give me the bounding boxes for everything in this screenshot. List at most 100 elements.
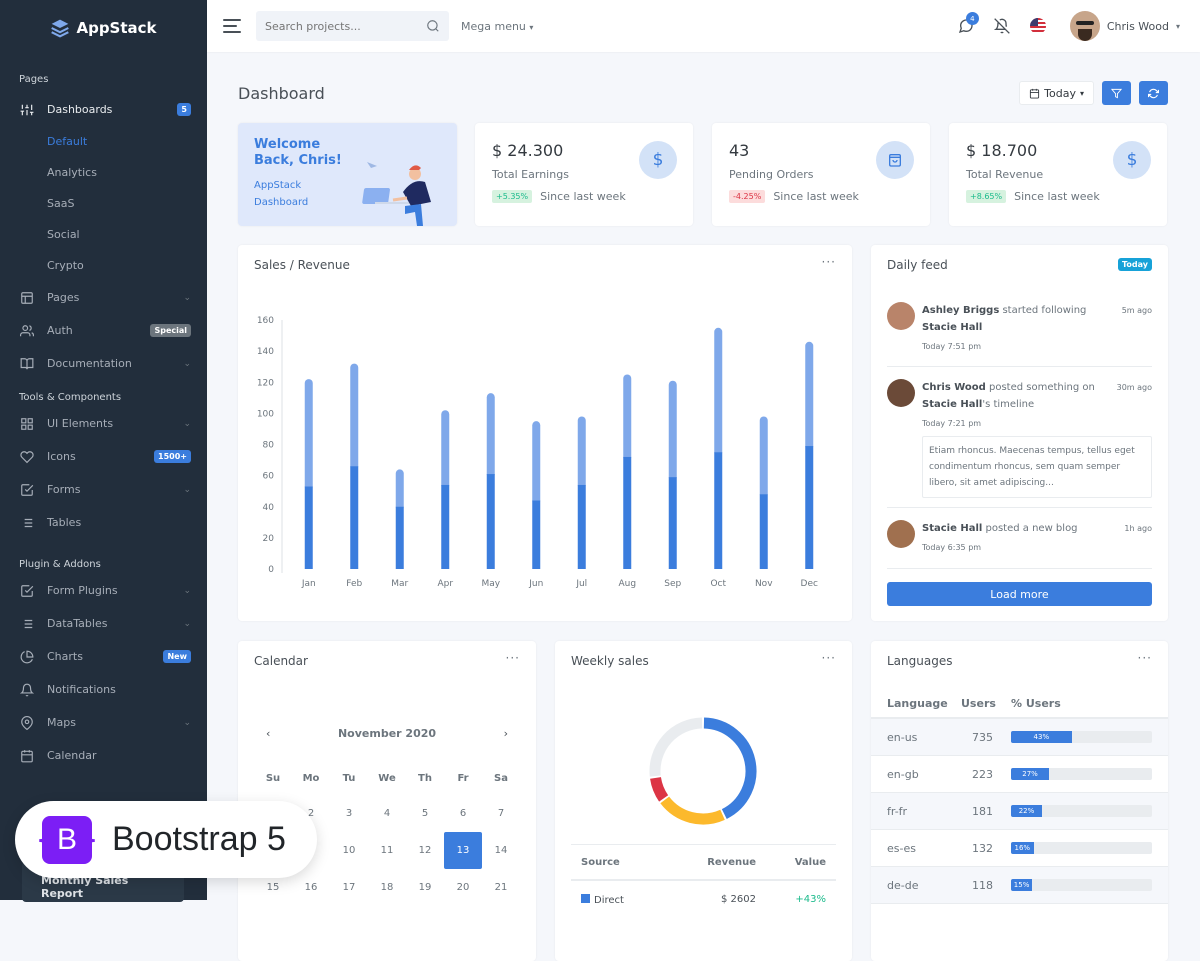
search-input[interactable] — [265, 19, 415, 33]
notifications-button[interactable] — [984, 8, 1020, 44]
sidebar-item-auth[interactable]: Auth Special — [0, 314, 207, 347]
bar-revenue[interactable] — [577, 416, 586, 489]
calendar-day[interactable]: 3 — [330, 795, 368, 832]
bar-sales[interactable] — [395, 506, 404, 569]
calendar-day[interactable]: 16 — [292, 869, 330, 906]
page-title: Dashboard — [238, 84, 325, 103]
sidebar-item-tables[interactable]: Tables — [0, 506, 207, 539]
sidebar-item-datatables[interactable]: DataTables ⌄ — [0, 607, 207, 640]
calendar-day[interactable]: 4 — [368, 795, 406, 832]
sidebar-item-ui-elements[interactable]: UI Elements ⌄ — [0, 407, 207, 440]
card-title: Weekly sales — [571, 654, 649, 668]
calendar-day[interactable]: 19 — [406, 869, 444, 906]
bar-revenue[interactable] — [304, 379, 313, 491]
sidebar-sub-social[interactable]: Social — [0, 219, 207, 250]
bootstrap-5-badge: { B } Bootstrap 5 — [15, 801, 317, 878]
calendar-day[interactable]: 5 — [406, 795, 444, 832]
calendar-day[interactable]: 14 — [482, 832, 520, 869]
sidebar-item-pages[interactable]: Pages ⌄ — [0, 281, 207, 314]
bar-revenue[interactable] — [486, 393, 495, 479]
sidebar-sub-crypto[interactable]: Crypto — [0, 250, 207, 281]
messages-button[interactable]: 4 — [948, 8, 984, 44]
weekday-label: We — [378, 772, 396, 784]
more-options-icon[interactable]: ··· — [1138, 651, 1152, 665]
calendar-day[interactable]: 12 — [406, 832, 444, 869]
topbar: Mega menu ▾ 4 Chris Wood ▾ — [207, 0, 1200, 52]
x-tick-label: Nov — [755, 579, 773, 589]
bar-sales[interactable] — [805, 446, 814, 569]
calendar-day[interactable]: 6 — [444, 795, 482, 832]
bar-sales[interactable] — [714, 452, 723, 569]
bar-revenue[interactable] — [805, 341, 814, 451]
more-options-icon[interactable]: ··· — [506, 651, 520, 665]
chevron-down-icon: ⌄ — [183, 585, 191, 596]
bar-sales[interactable] — [441, 484, 450, 569]
sidebar-item-charts[interactable]: Charts New — [0, 640, 207, 673]
bar-revenue[interactable] — [623, 374, 632, 461]
sidebar-item-label: Charts — [47, 650, 83, 663]
hamburger-menu-icon[interactable] — [223, 19, 241, 33]
sidebar-sub-default[interactable]: Default — [0, 126, 207, 157]
calendar-day[interactable]: 7 — [482, 795, 520, 832]
brand[interactable]: AppStack — [0, 0, 207, 56]
bar-revenue[interactable] — [532, 421, 541, 505]
sidebar-item-notifications[interactable]: Notifications — [0, 673, 207, 706]
donut-slice-email[interactable] — [650, 776, 669, 802]
prev-month-icon[interactable]: ‹ — [266, 727, 270, 740]
table-row: fr-fr 181 22% — [871, 793, 1168, 830]
donut-slice-other[interactable] — [649, 717, 703, 777]
sidebar-item-label: Calendar — [47, 749, 97, 762]
calendar-day[interactable]: 11 — [368, 832, 406, 869]
sidebar-item-forms[interactable]: Forms ⌄ — [0, 473, 207, 506]
calendar-day[interactable]: 21 — [482, 869, 520, 906]
bar-sales[interactable] — [668, 477, 677, 569]
sidebar-item-calendar[interactable]: Calendar — [0, 739, 207, 772]
donut-slice-affiliate[interactable] — [660, 796, 725, 825]
calendar-day[interactable]: 18 — [368, 869, 406, 906]
bar-sales[interactable] — [350, 466, 359, 569]
sidebar-item-documentation[interactable]: Documentation ⌄ — [0, 347, 207, 380]
bar-revenue[interactable] — [714, 327, 723, 457]
y-tick-label: 0 — [268, 565, 274, 575]
x-tick-label: May — [481, 579, 500, 589]
chevron-down-icon: ⌄ — [183, 418, 191, 429]
calendar-day[interactable]: 17 — [330, 869, 368, 906]
bar-sales[interactable] — [577, 484, 586, 569]
next-month-icon[interactable]: › — [504, 727, 508, 740]
weekday-label: Mo — [302, 772, 320, 784]
bar-revenue[interactable] — [441, 410, 450, 489]
table-row: de-de 118 15% — [871, 867, 1168, 904]
calendar-day[interactable]: 20 — [444, 869, 482, 906]
bar-revenue[interactable] — [350, 363, 359, 471]
table-row: en-us 735 43% — [871, 719, 1168, 756]
calendar-day[interactable]: 10 — [330, 832, 368, 869]
languages-card: Languages ··· Language Users % Users en-… — [871, 641, 1168, 961]
bar-revenue[interactable] — [395, 469, 404, 511]
bar-sales[interactable] — [486, 474, 495, 569]
sidebar-item-maps[interactable]: Maps ⌄ — [0, 706, 207, 739]
sidebar-sub-saas[interactable]: SaaS — [0, 188, 207, 219]
filter-button[interactable] — [1102, 81, 1131, 105]
layers-icon — [51, 19, 70, 38]
bar-revenue[interactable] — [759, 416, 768, 499]
search-icon[interactable] — [426, 19, 440, 33]
user-menu[interactable]: Chris Wood ▾ — [1069, 11, 1180, 41]
users-cell: 132 — [972, 841, 993, 855]
sidebar-item-form-plugins[interactable]: Form Plugins ⌄ — [0, 574, 207, 607]
bar-sales[interactable] — [623, 456, 632, 569]
bar-revenue[interactable] — [668, 380, 677, 482]
sidebar-item-dashboards[interactable]: Dashboards 5 — [0, 93, 207, 126]
date-filter-dropdown[interactable]: Today ▾ — [1019, 81, 1094, 105]
bar-sales[interactable] — [532, 500, 541, 569]
refresh-button[interactable] — [1139, 81, 1168, 105]
language-selector[interactable] — [1020, 8, 1056, 44]
mega-menu-dropdown[interactable]: Mega menu ▾ — [461, 20, 533, 33]
calendar-day[interactable]: 13 — [444, 832, 482, 869]
load-more-button[interactable]: Load more — [887, 582, 1152, 606]
bar-sales[interactable] — [304, 486, 313, 569]
sidebar-sub-analytics[interactable]: Analytics — [0, 157, 207, 188]
donut-slice-direct[interactable] — [703, 717, 757, 819]
sidebar-item-icons[interactable]: Icons 1500+ — [0, 440, 207, 473]
bar-sales[interactable] — [759, 494, 768, 569]
more-options-icon[interactable]: ··· — [822, 651, 836, 665]
